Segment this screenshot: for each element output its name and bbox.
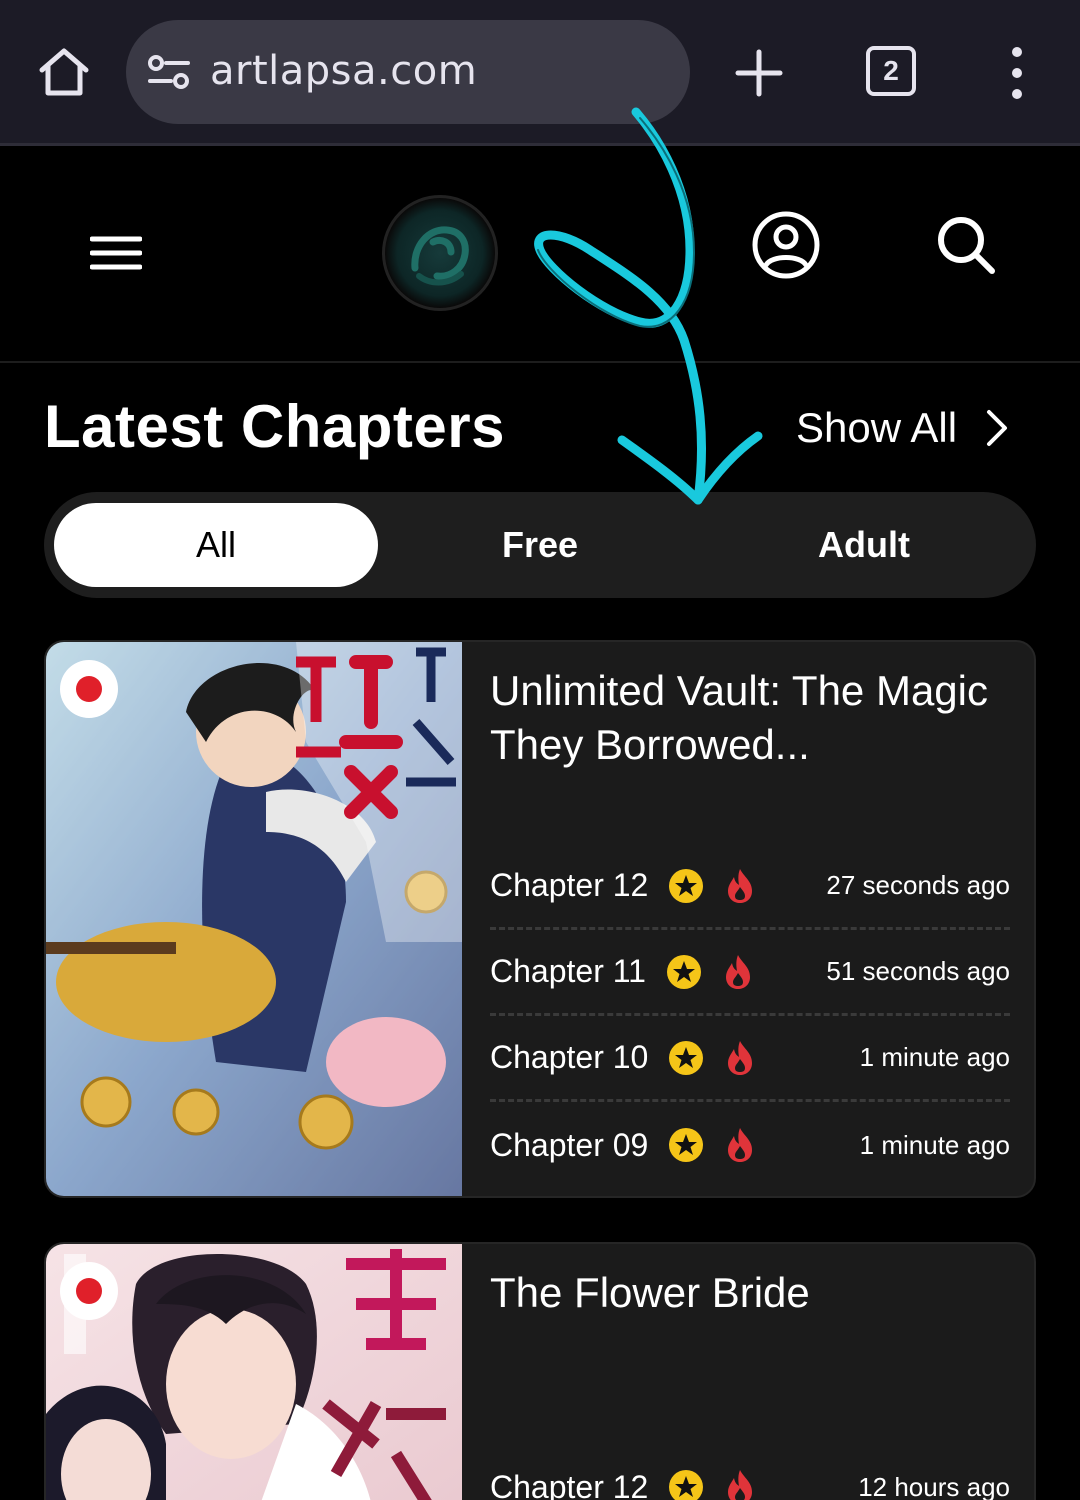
star-icon	[669, 1040, 704, 1075]
filter-adult-tab[interactable]: Adult	[702, 503, 1026, 587]
chapter-time: 1 minute ago	[859, 1129, 1010, 1160]
fire-icon	[728, 1128, 753, 1162]
chapter-row[interactable]: Chapter 12 27 seconds ago	[490, 844, 1010, 930]
site-settings-icon[interactable]	[148, 54, 190, 90]
chapter-time: 51 seconds ago	[826, 956, 1010, 986]
chapter-label[interactable]: Chapter 12	[490, 1469, 648, 1500]
tab-count: 2	[883, 55, 899, 86]
chevron-right-icon[interactable]	[985, 408, 1009, 448]
series-title[interactable]: The Flower Bride	[490, 1266, 1010, 1320]
chapter-label[interactable]: Chapter 10	[490, 1039, 648, 1076]
series-title[interactable]: Unlimited Vault: The Magic They Borrowed…	[490, 664, 1010, 772]
chapter-label[interactable]: Chapter 11	[490, 953, 646, 990]
chapter-label[interactable]: Chapter 12	[490, 867, 648, 904]
series-card[interactable]: Unlimited Vault: The Magic They Borrowed…	[44, 640, 1036, 1198]
filter-all-tab[interactable]: All	[54, 503, 378, 587]
site-header	[0, 149, 1080, 363]
chapter-row[interactable]: Chapter 12 12 hours ago	[490, 1444, 1010, 1500]
series-card[interactable]: The Flower Bride Chapter 12 12 hours ago	[44, 1242, 1036, 1500]
url-text[interactable]: artlapsa.com	[210, 48, 477, 94]
site-logo[interactable]	[382, 195, 498, 311]
new-badge-icon	[60, 1262, 118, 1320]
tab-switcher-button[interactable]: 2	[866, 46, 916, 96]
star-icon	[669, 1128, 704, 1162]
fire-icon	[728, 1470, 753, 1500]
address-bar[interactable]: artlapsa.com	[126, 20, 690, 124]
series-cover-image[interactable]	[46, 1244, 462, 1500]
plus-icon[interactable]	[734, 48, 784, 98]
chapter-time: 27 seconds ago	[826, 870, 1010, 900]
star-icon	[669, 868, 704, 903]
home-icon[interactable]	[36, 46, 92, 98]
search-icon[interactable]	[934, 213, 998, 277]
more-vert-icon[interactable]	[1000, 46, 1034, 100]
section-title: Latest Chapters	[44, 393, 505, 460]
chapter-row[interactable]: Chapter 10 1 minute ago	[490, 1016, 1010, 1102]
chapter-row[interactable]: Chapter 11 51 seconds ago	[490, 930, 1010, 1016]
show-all-link[interactable]: Show All	[796, 400, 1009, 456]
cover-illustration	[46, 642, 462, 1196]
chapter-time: 12 hours ago	[858, 1471, 1010, 1500]
chapter-label[interactable]: Chapter 09	[490, 1127, 648, 1164]
account-icon[interactable]	[750, 209, 822, 281]
fire-icon	[728, 1040, 753, 1075]
browser-toolbar: artlapsa.com 2	[0, 0, 1080, 146]
fire-icon	[728, 868, 753, 903]
filter-free-tab[interactable]: Free	[378, 503, 702, 587]
new-badge-icon	[60, 660, 118, 718]
star-icon	[666, 954, 701, 989]
chapter-row[interactable]: Chapter 09 1 minute ago	[490, 1102, 1010, 1188]
show-all-label[interactable]: Show All	[796, 404, 957, 452]
series-cover-image[interactable]	[46, 642, 462, 1196]
fire-icon	[725, 954, 750, 989]
logo-emblem-icon	[411, 226, 469, 286]
chapter-filter: All Free Adult	[44, 492, 1036, 598]
chapter-time: 1 minute ago	[859, 1042, 1010, 1072]
star-icon	[669, 1470, 704, 1500]
menu-icon[interactable]	[90, 235, 142, 271]
